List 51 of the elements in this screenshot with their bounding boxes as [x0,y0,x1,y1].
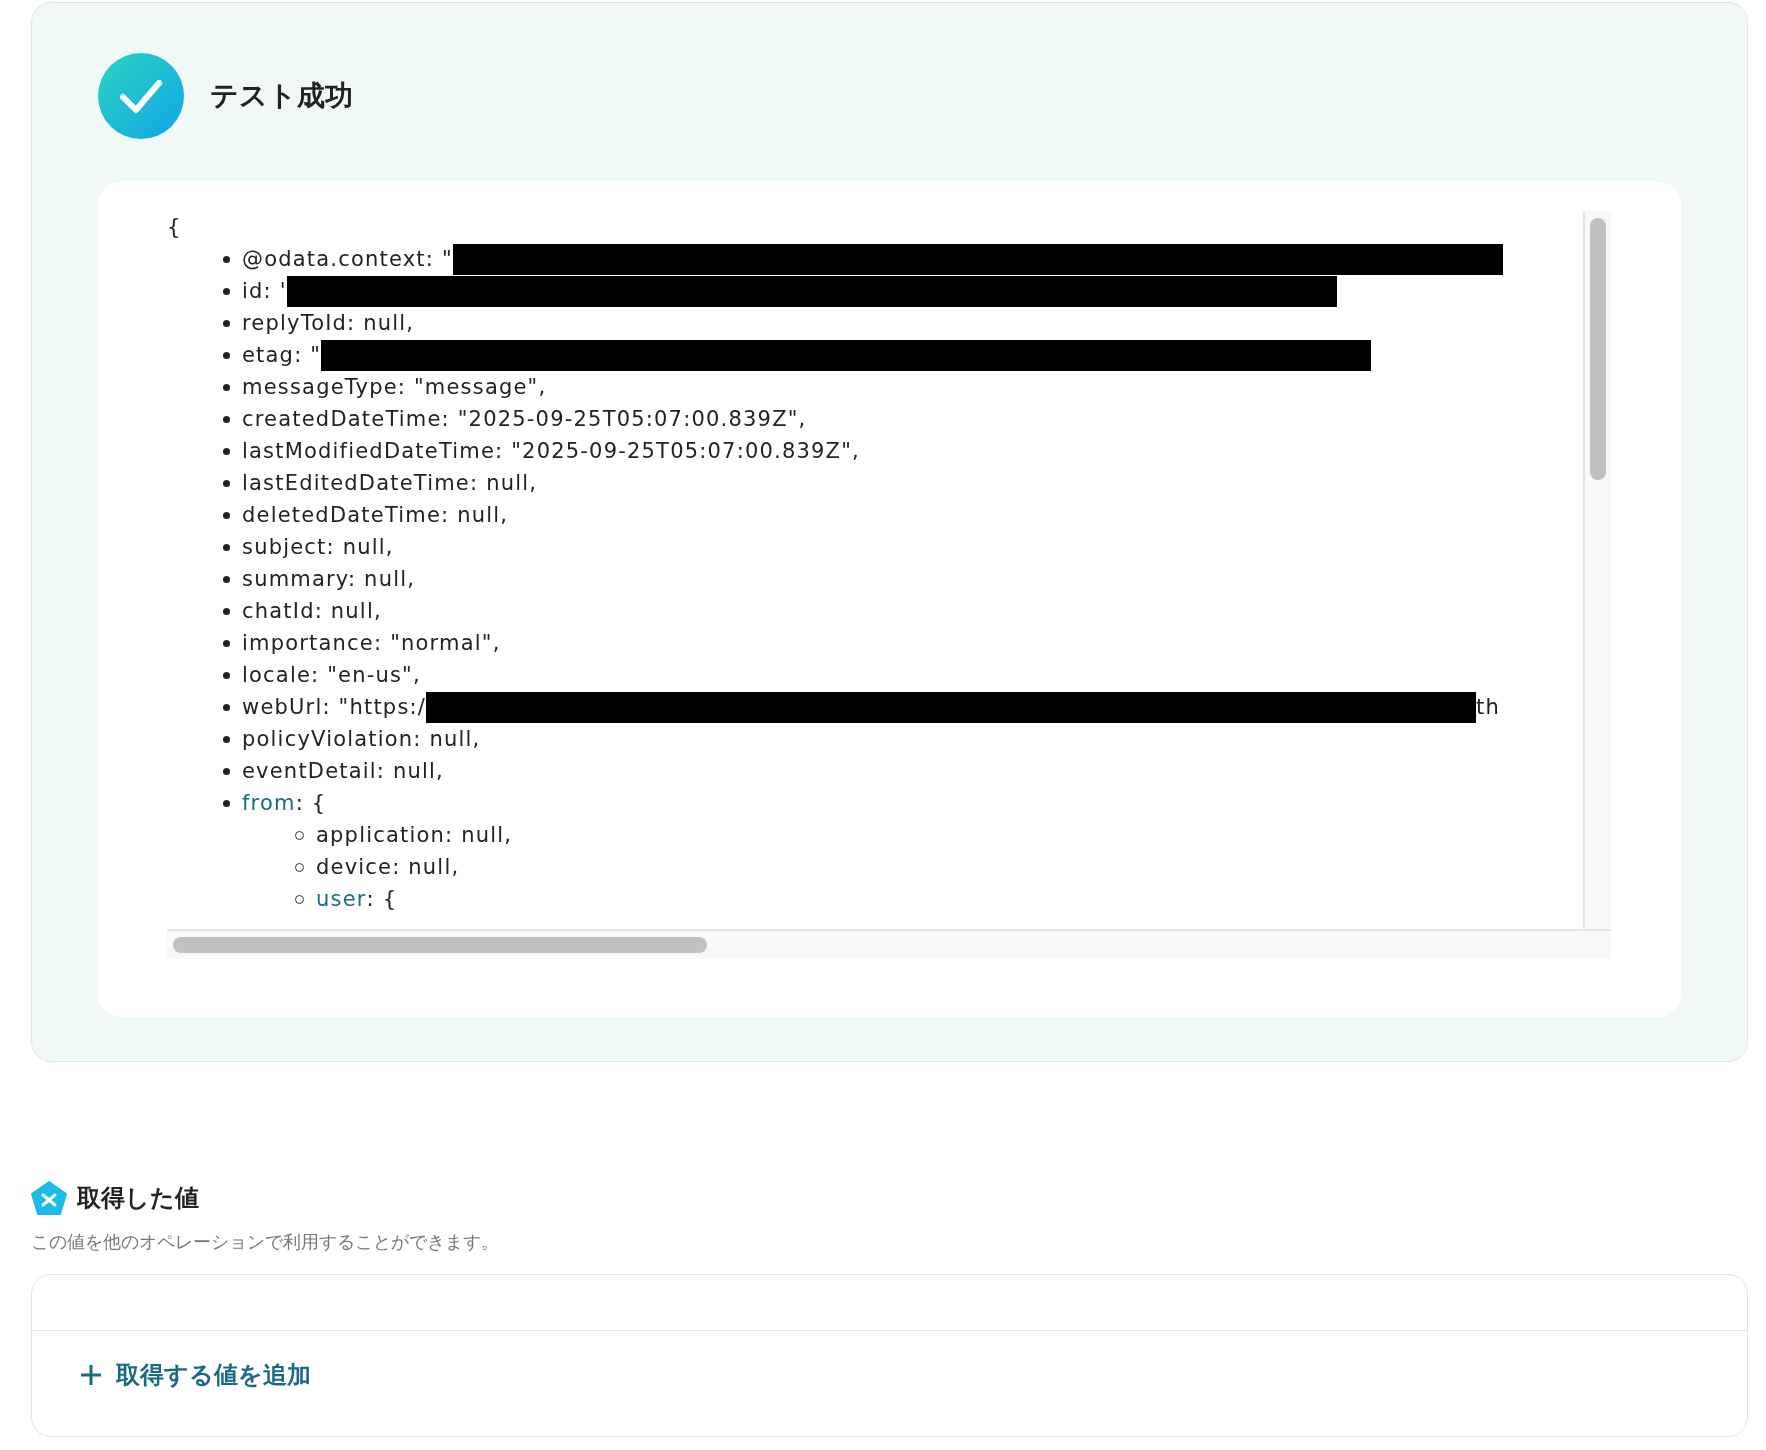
variable-icon [31,1181,67,1215]
code-line: lastEditedDateTime: null, [242,471,538,495]
bullet-icon [223,575,230,583]
bullet-icon [223,415,230,423]
code-line: lastModifiedDateTime: "2025-09-25T05:07:00.839Z", [242,439,860,463]
add-value-button[interactable]: 取得する値を追加 [80,1359,311,1391]
bullet-icon [223,735,230,743]
bullet-icon [223,383,230,391]
section-description: この値を他のオペレーションで利用することができます。 [31,1231,500,1254]
code-line: replyToId: null, [242,311,415,335]
code-line: policyViolation: null, [242,727,481,751]
brace-text: { [167,215,182,239]
code-line: id: ' [242,279,287,303]
code-line: webUrl: "https:/ [242,695,427,719]
bullet-icon [223,447,230,455]
bullet-icon [223,479,230,487]
bullet-icon [223,639,230,647]
code-line: application: null, [316,823,513,847]
code-line: chatId: null, [242,599,382,623]
code-line: @odata.context: " [242,247,453,271]
bullet-icon [223,799,230,807]
code-line: etag: " [242,343,322,367]
bullet-icon [223,319,230,327]
bullet-icon [223,511,230,519]
code-line: importance: "normal", [242,631,501,655]
plus-icon [80,1364,102,1386]
scrollbar-thumb[interactable] [1590,218,1606,480]
code-fragment: : { [295,791,327,815]
code-fragment: th [1476,695,1501,719]
bullet-icon [223,255,230,263]
section-title: 取得した値 [77,1183,199,1213]
bullet-icon [223,543,230,551]
object-key[interactable]: user [316,887,367,911]
result-title: テスト成功 [210,79,353,113]
bullet-icon [223,671,230,679]
bullet-icon [223,287,230,295]
object-key[interactable]: from [242,791,296,815]
code-line: device: null, [316,855,460,879]
code-line: deletedDateTime: null, [242,503,509,527]
bullet-icon [223,767,230,775]
bullet-icon [223,703,230,711]
code-line: locale: "en-us", [242,663,421,687]
code-line: summary: null, [242,567,416,591]
bullet-icon [223,607,230,615]
code-fragment: : { [366,887,398,911]
code-line: messageType: "message", [242,375,547,399]
bullet-icon [223,351,230,359]
code-line: subject: null, [242,535,394,559]
code-line: eventDetail: null, [242,759,444,783]
code-line: createdDateTime: "2025-09-25T05:07:00.839Z", [242,407,807,431]
scrollbar-thumb[interactable] [173,937,707,953]
